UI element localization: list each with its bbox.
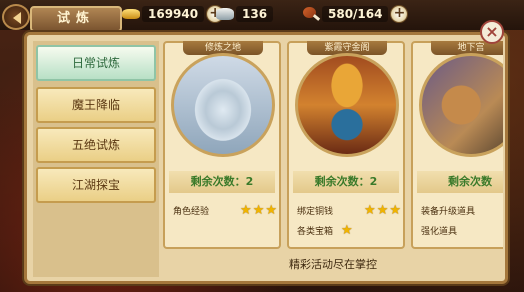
close-button[interactable]: × [480, 20, 504, 44]
reward-label: 装备升级道具 [421, 206, 476, 217]
star-icon: ★ [240, 202, 252, 218]
sidebar-item-five-masters[interactable]: 五绝试炼 [36, 127, 156, 163]
star-icon: ★ [265, 202, 277, 218]
reward-row: 角色经验 ★ ★ ★ [173, 203, 277, 217]
trial-card-cultivation[interactable]: 修炼之地 剩余次数：2 角色经验 ★ ★ ★ [163, 41, 281, 249]
reward-label: 强化道具 [421, 226, 458, 237]
drumstick-icon [300, 5, 322, 23]
star-icon: ★ [341, 222, 353, 238]
remaining-count: 剩余次数：2 [293, 171, 399, 193]
reward-stars: ★ ★ ★ [364, 204, 401, 217]
reward-stars: ★ ★ ★ [240, 204, 277, 217]
card-artwork [171, 53, 275, 157]
add-stamina-button[interactable]: + [390, 5, 409, 23]
reward-label: 各类宝箱 [297, 226, 334, 237]
trial-card-golden-pavilion[interactable]: 紫霞守金阁 剩余次数：2 绑定铜钱 ★ ★ ★ 各类宝箱 ★ [287, 41, 405, 249]
sidebar-item-daily-trial[interactable]: 日常试炼 [36, 45, 156, 81]
star-icon: ★ [389, 202, 401, 218]
reward-stars: ★ [341, 224, 353, 237]
trial-cards: 修炼之地 剩余次数：2 角色经验 ★ ★ ★ 紫霞守金阁 剩余次数：2 绑定铜钱… [163, 41, 503, 251]
card-artwork [295, 53, 399, 157]
back-button[interactable] [2, 4, 30, 30]
gold-resource: 169940 + [120, 4, 225, 24]
card-artwork [419, 53, 503, 157]
star-icon: ★ [252, 202, 265, 218]
star-icon: ★ [376, 202, 389, 218]
remaining-count: 剩余次数：2 [169, 171, 275, 193]
reward-label: 绑定铜钱 [297, 206, 334, 217]
top-bar: 试炼 169940 + 136 580/164 + [0, 0, 524, 32]
sidebar-item-demon-king[interactable]: 魔王降临 [36, 87, 156, 123]
sidebar-item-treasure-hunt[interactable]: 江湖探宝 [36, 167, 156, 203]
footer-tagline: 精彩活动尽在掌控 [289, 258, 377, 271]
sidebar: 日常试炼 魔王降临 五绝试炼 江湖探宝 [33, 41, 159, 277]
remaining-count: 剩余次数 [417, 171, 503, 193]
silver-resource: 136 [214, 4, 274, 24]
silver-ingot-icon [214, 5, 236, 23]
star-icon: ★ [364, 202, 376, 218]
reward-row: 各类宝箱 ★ [297, 223, 401, 237]
gold-ingot-icon [120, 5, 142, 23]
stamina-resource: 580/164 + [300, 4, 409, 24]
trial-card-underground-palace[interactable]: 地下宫 剩余次数 装备升级道具 强化道具 [411, 41, 503, 249]
reward-row: 装备升级道具 [421, 203, 503, 217]
reward-row: 强化道具 [421, 223, 503, 237]
silver-value: 136 [236, 6, 274, 22]
trial-panel: 日常试炼 魔王降临 五绝试炼 江湖探宝 修炼之地 剩余次数：2 角色经验 ★ ★… [24, 32, 508, 284]
reward-row: 绑定铜钱 ★ ★ ★ [297, 203, 401, 217]
gold-value: 169940 [142, 6, 205, 22]
stamina-value: 580/164 [322, 6, 389, 22]
reward-label: 角色经验 [173, 206, 210, 217]
page-title: 试炼 [30, 6, 122, 32]
